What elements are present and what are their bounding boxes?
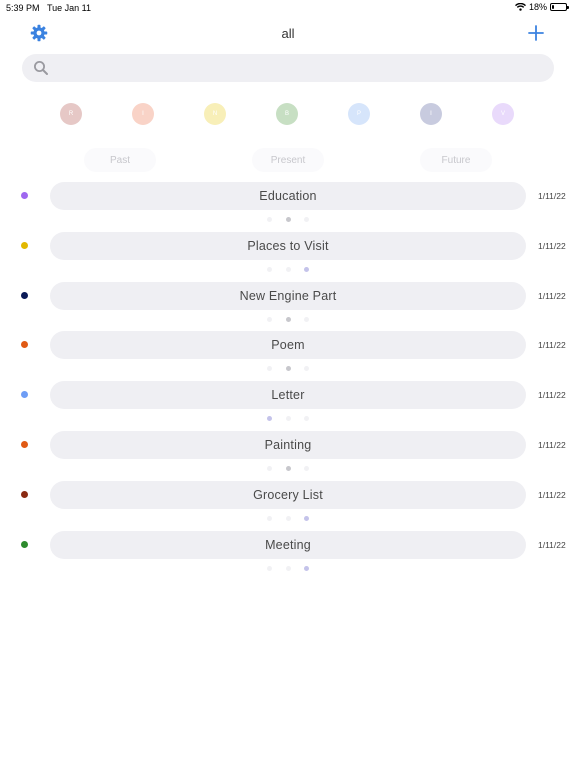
search-icon (34, 61, 48, 75)
page-dot[interactable] (304, 466, 309, 471)
page-dot[interactable] (267, 366, 272, 371)
search-bar[interactable] (22, 54, 554, 82)
color-tag-dot (21, 491, 28, 498)
status-date: Tue Jan 11 (47, 3, 92, 13)
page-dot[interactable] (267, 317, 272, 322)
item-date: 1/11/22 (538, 191, 566, 201)
list-item: New Engine Part 1/11/22 (0, 282, 576, 332)
item-title-button[interactable]: Education (50, 182, 526, 210)
page-dot[interactable] (304, 267, 309, 272)
filter-circle[interactable]: I (420, 103, 442, 125)
app-screen: 5:39 PM Tue Jan 11 18% all R I N B P I V… (0, 0, 576, 768)
filter-circle[interactable]: P (348, 103, 370, 125)
page-dot[interactable] (304, 516, 309, 521)
page-dot[interactable] (267, 416, 272, 421)
page-dot[interactable] (267, 516, 272, 521)
battery-level (552, 5, 555, 9)
page-dot[interactable] (286, 416, 291, 421)
page-dot[interactable] (286, 466, 291, 471)
color-tag-dot (21, 391, 28, 398)
page-dot[interactable] (304, 566, 309, 571)
battery-icon (550, 3, 569, 11)
segment-future[interactable]: Future (420, 148, 492, 172)
list-item: Grocery List 1/11/22 (0, 481, 576, 531)
filter-circle[interactable]: N (204, 103, 226, 125)
page-dot[interactable] (286, 317, 291, 322)
item-date: 1/11/22 (538, 440, 566, 450)
nav-header: all (0, 20, 576, 48)
list-item: Meeting 1/11/22 (0, 531, 576, 581)
color-tag-dot (21, 541, 28, 548)
plus-icon[interactable] (527, 24, 545, 42)
page-indicator (0, 366, 576, 372)
page-dot[interactable] (286, 516, 291, 521)
page-dot[interactable] (304, 366, 309, 371)
page-dot[interactable] (286, 366, 291, 371)
color-filter-row: RINBPIV (0, 103, 576, 125)
page-dot[interactable] (267, 466, 272, 471)
item-title-button[interactable]: Poem (50, 331, 526, 359)
list-item: Poem 1/11/22 (0, 331, 576, 381)
color-tag-dot (21, 441, 28, 448)
filter-circle[interactable]: V (492, 103, 514, 125)
search-input[interactable] (56, 57, 542, 79)
page-dot[interactable] (304, 317, 309, 322)
page-dot[interactable] (286, 217, 291, 222)
item-title-button[interactable]: Painting (50, 431, 526, 459)
color-tag-dot (21, 341, 28, 348)
filter-circle[interactable]: B (276, 103, 298, 125)
status-bar: 5:39 PM Tue Jan 11 18% (0, 0, 576, 16)
segment-present[interactable]: Present (252, 148, 324, 172)
item-title-button[interactable]: Places to Visit (50, 232, 526, 260)
page-dot[interactable] (304, 416, 309, 421)
page-indicator (0, 516, 576, 522)
segment-past[interactable]: Past (84, 148, 156, 172)
list-item: Places to Visit 1/11/22 (0, 232, 576, 282)
page-dot[interactable] (267, 217, 272, 222)
item-date: 1/11/22 (538, 241, 566, 251)
page-dot[interactable] (286, 267, 291, 272)
item-title-button[interactable]: New Engine Part (50, 282, 526, 310)
status-indicators: 18% (514, 2, 569, 12)
filter-circle[interactable]: I (132, 103, 154, 125)
status-time: 5:39 PM (6, 3, 40, 13)
item-title-button[interactable]: Meeting (50, 531, 526, 559)
item-title-button[interactable]: Grocery List (50, 481, 526, 509)
page-dot[interactable] (267, 267, 272, 272)
item-date: 1/11/22 (538, 340, 566, 350)
battery-percent: 18% (528, 2, 547, 12)
page-indicator (0, 217, 576, 223)
list-item: Letter 1/11/22 (0, 381, 576, 431)
item-date: 1/11/22 (538, 540, 566, 550)
page-dot[interactable] (304, 217, 309, 222)
list-item: Painting 1/11/22 (0, 431, 576, 481)
page-indicator (0, 416, 576, 422)
page-dot[interactable] (286, 566, 291, 571)
item-date: 1/11/22 (538, 490, 566, 500)
filter-circle[interactable]: R (60, 103, 82, 125)
page-indicator (0, 466, 576, 472)
color-tag-dot (21, 292, 28, 299)
list-item: Education 1/11/22 (0, 182, 576, 232)
item-date: 1/11/22 (538, 291, 566, 301)
wifi-icon (514, 3, 526, 11)
item-date: 1/11/22 (538, 390, 566, 400)
page-dot[interactable] (267, 566, 272, 571)
page-indicator (0, 317, 576, 323)
item-title-button[interactable]: Letter (50, 381, 526, 409)
color-tag-dot (21, 192, 28, 199)
page-indicator (0, 566, 576, 572)
page-indicator (0, 267, 576, 273)
page-title: all (281, 26, 295, 41)
color-tag-dot (21, 242, 28, 249)
